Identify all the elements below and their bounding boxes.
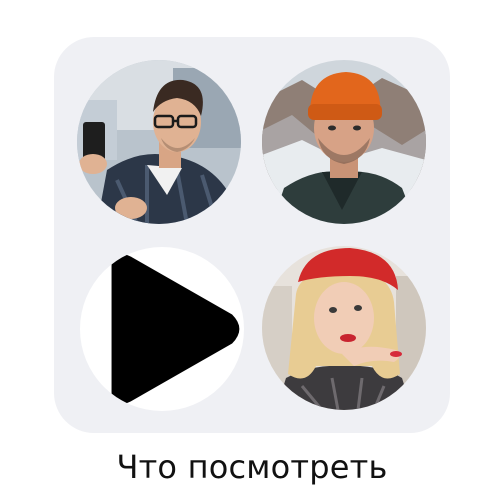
avatar-woman-red-beret-image <box>262 246 426 410</box>
what-to-watch-widget[interactable]: Что посмотреть <box>0 0 504 504</box>
avatar-man-glasses[interactable] <box>77 60 241 224</box>
avatar-man-orange-beanie[interactable] <box>262 60 426 224</box>
avatar-man-orange-beanie-image <box>262 60 426 224</box>
play-button[interactable] <box>80 247 244 411</box>
widget-caption[interactable]: Что посмотреть <box>0 448 504 486</box>
avatar-woman-red-beret[interactable] <box>262 246 426 410</box>
play-icon <box>111 253 240 405</box>
avatar-man-glasses-image <box>77 60 241 224</box>
